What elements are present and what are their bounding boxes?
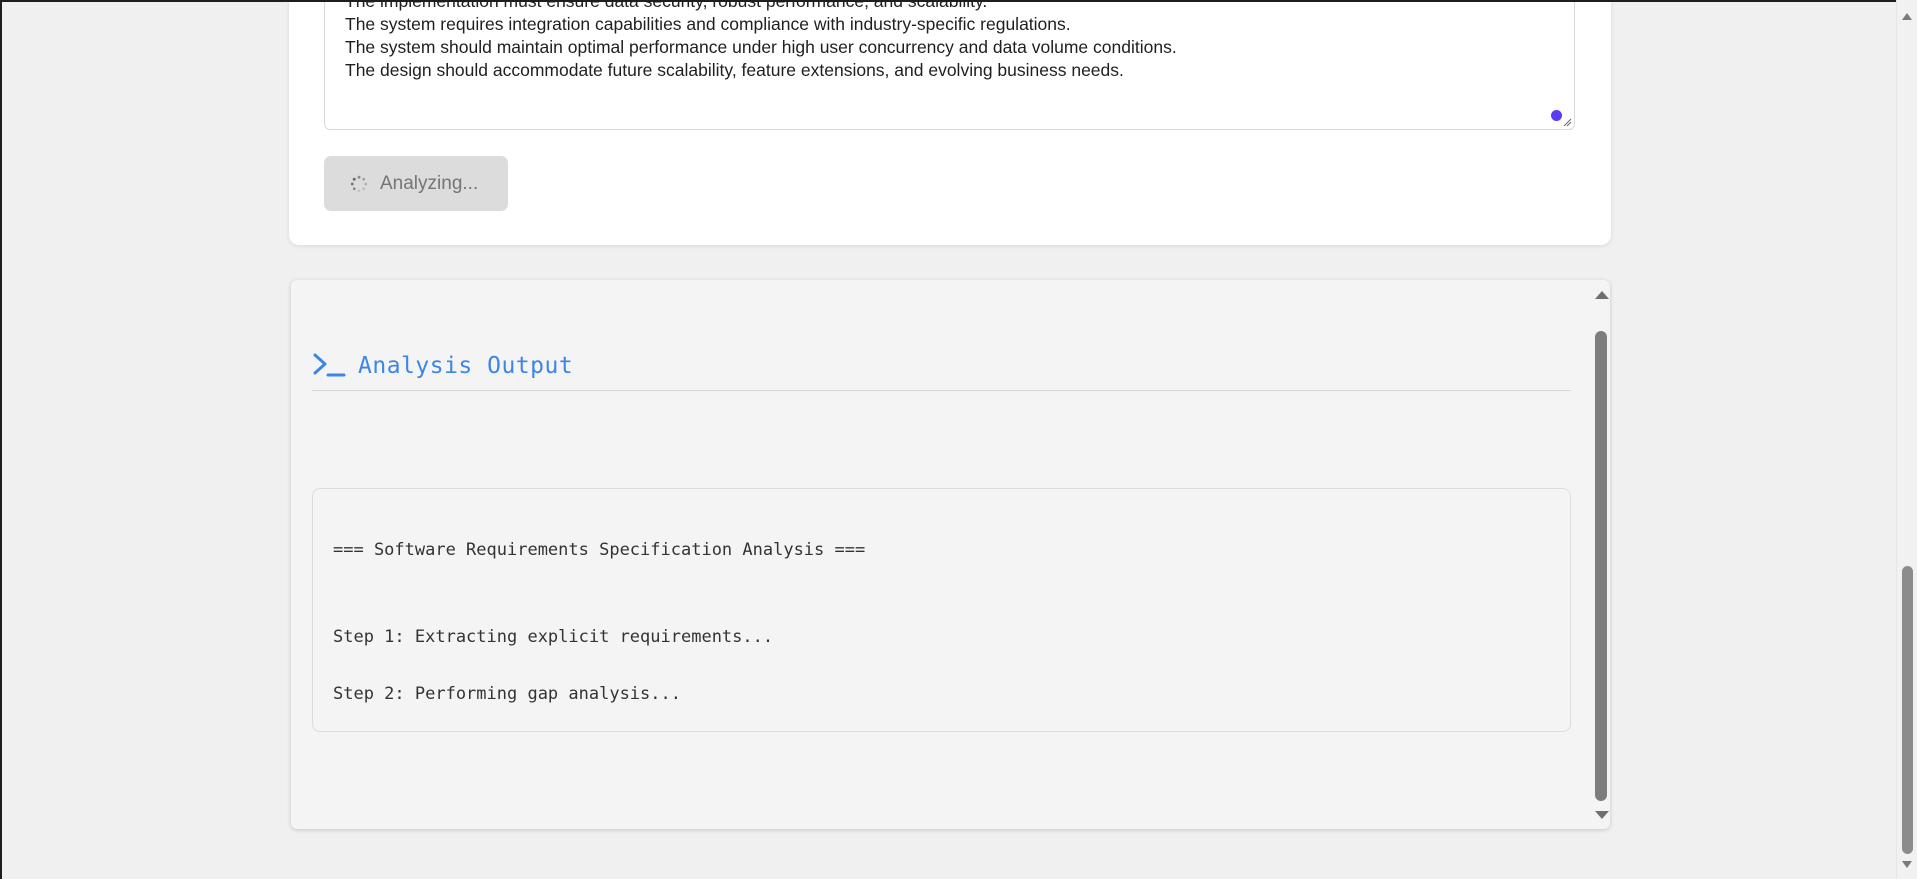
requirements-card: The implementation must ensure data secu…: [289, 0, 1611, 245]
page-scroll-up-arrow-icon[interactable]: [1902, 13, 1912, 20]
requirements-line: The implementation must ensure data secu…: [345, 0, 988, 11]
page-scroll-down-arrow-icon[interactable]: [1902, 861, 1912, 868]
log-line: === Software Requirements Specification …: [333, 540, 866, 560]
requirements-line: The design should accommodate future sca…: [345, 60, 1124, 80]
analyze-button-label: Analyzing...: [380, 172, 479, 194]
scrollbar-thumb[interactable]: [1595, 331, 1607, 801]
log-line: Step 2: Performing gap analysis...: [333, 684, 681, 704]
scroll-up-arrow-icon[interactable]: [1595, 291, 1609, 299]
output-title: Analysis Output: [358, 353, 574, 379]
output-scrollbar[interactable]: [1591, 280, 1610, 829]
analysis-output-panel: Analysis Output === Software Requirement…: [291, 280, 1610, 829]
page-viewport: The implementation must ensure data secu…: [0, 0, 1896, 879]
terminal-icon: [313, 353, 346, 377]
requirements-text: The implementation must ensure data secu…: [345, 0, 1177, 82]
page-scrollbar[interactable]: [1896, 0, 1917, 879]
requirements-line: The system requires integration capabili…: [345, 14, 1071, 34]
analyze-button[interactable]: Analyzing...: [324, 156, 508, 211]
grammar-status-icon[interactable]: [1551, 110, 1562, 121]
scroll-down-arrow-icon[interactable]: [1595, 811, 1609, 819]
output-header: Analysis Output: [312, 342, 1571, 391]
page-scrollbar-thumb[interactable]: [1902, 566, 1913, 854]
spinner-icon: [350, 175, 368, 192]
requirements-textarea[interactable]: The implementation must ensure data secu…: [324, 0, 1575, 130]
analysis-log: === Software Requirements Specification …: [312, 488, 1571, 732]
requirements-line: The system should maintain optimal perfo…: [345, 37, 1177, 57]
resize-handle-icon[interactable]: [1562, 117, 1572, 127]
log-line: Step 1: Extracting explicit requirements…: [333, 627, 774, 647]
